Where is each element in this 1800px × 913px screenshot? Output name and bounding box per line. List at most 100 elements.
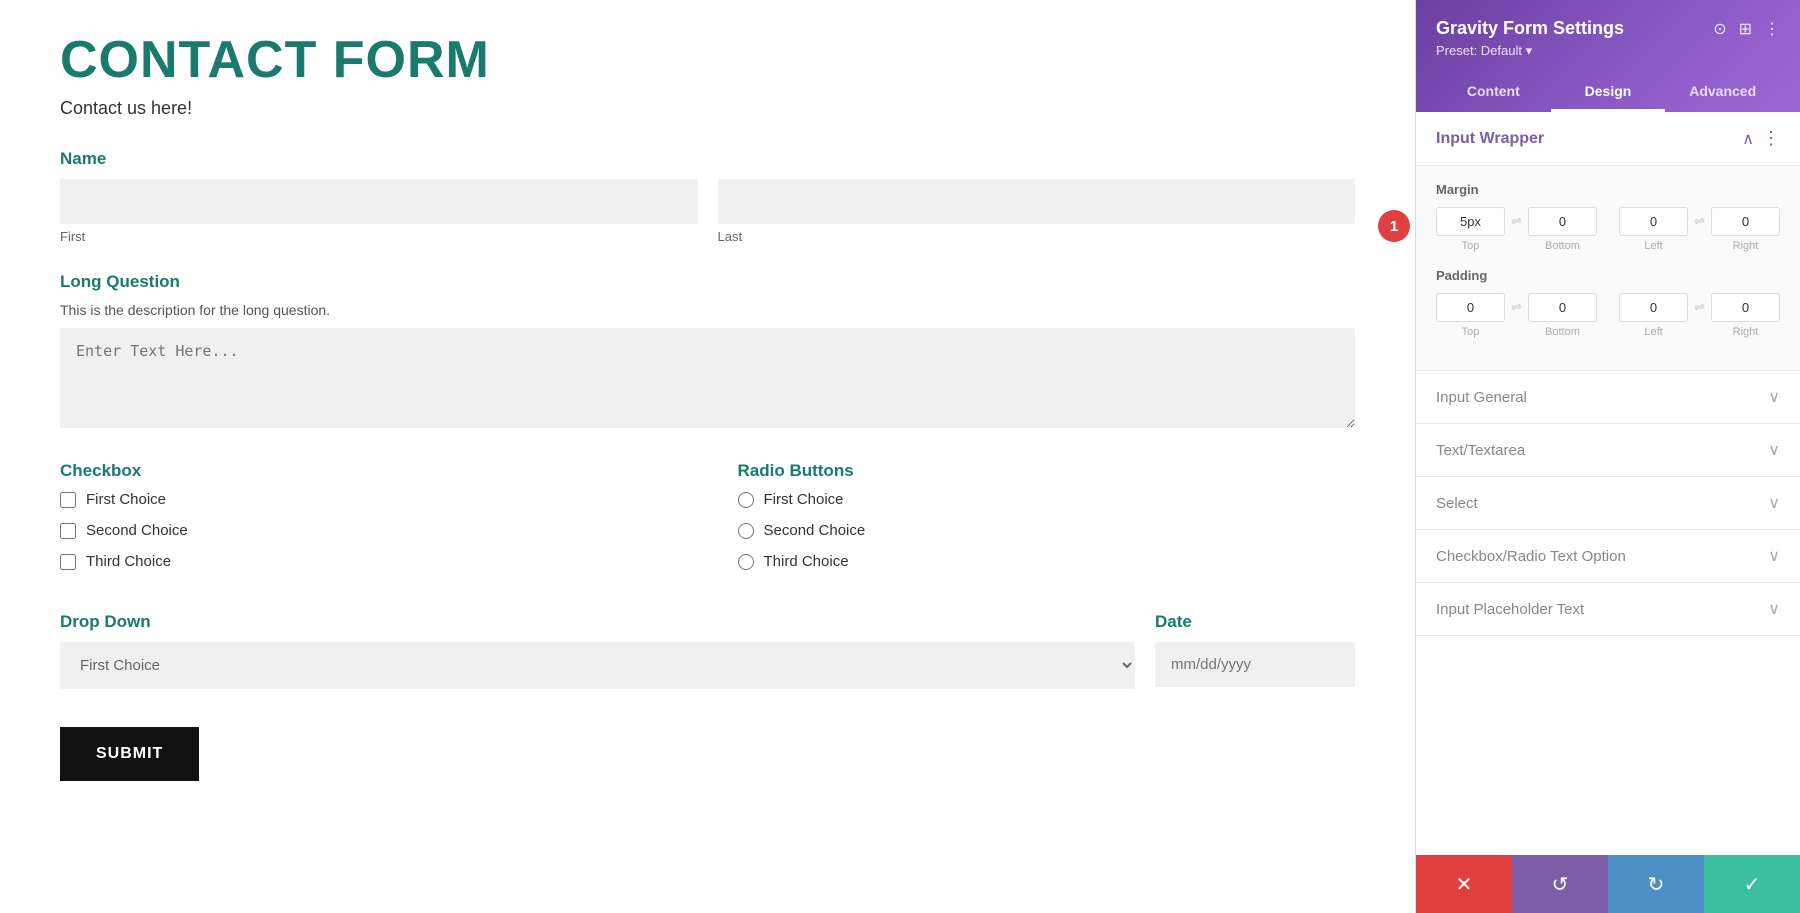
padding-top-label: Top xyxy=(1462,326,1480,338)
dropdown-select[interactable]: First Choice Second Choice Third Choice xyxy=(60,642,1135,689)
last-name-input[interactable] xyxy=(718,179,1356,224)
input-wrapper-title: Input Wrapper xyxy=(1436,130,1544,148)
checkbox-third-label: Third Choice xyxy=(86,553,171,570)
tab-advanced[interactable]: Advanced xyxy=(1665,73,1780,112)
submit-button[interactable]: Submit xyxy=(60,727,199,781)
padding-lr-link-icon: ⇌ xyxy=(1694,293,1705,315)
padding-right-label: Right xyxy=(1733,326,1759,338)
radio-col: Radio Buttons First Choice Second Choice… xyxy=(738,461,1356,584)
name-row: First Last xyxy=(60,179,1355,244)
target-icon[interactable]: ⊙ xyxy=(1713,19,1726,39)
last-name-sub-label: Last xyxy=(718,229,1356,244)
input-wrapper-controls: ∧ ⋮ xyxy=(1742,128,1780,149)
first-name-col: First xyxy=(60,179,698,244)
padding-left-input[interactable] xyxy=(1619,293,1688,322)
margin-right-group: Right xyxy=(1711,207,1780,252)
long-question-description: This is the description for the long que… xyxy=(60,302,1355,318)
redo-button[interactable]: ↻ xyxy=(1608,855,1704,913)
margin-bottom-label: Bottom xyxy=(1545,240,1580,252)
checkbox-radio-text-section[interactable]: Checkbox/Radio Text Option ∨ xyxy=(1416,530,1800,583)
panel-title-row: Gravity Form Settings ⊙ ⊞ ⋮ xyxy=(1436,18,1780,39)
long-question-label: Long Question xyxy=(60,272,1355,292)
section-dots-icon[interactable]: ⋮ xyxy=(1762,128,1780,149)
list-item: Third Choice xyxy=(60,553,678,570)
panel-title-icons: ⊙ ⊞ ⋮ xyxy=(1713,19,1780,39)
tab-content[interactable]: Content xyxy=(1436,73,1551,112)
checkbox-radio-text-title: Checkbox/Radio Text Option xyxy=(1436,548,1626,565)
padding-left-group: Left xyxy=(1619,293,1688,338)
input-wrapper-expanded: Margin Top ⇌ Bottom Left xyxy=(1416,166,1800,371)
margin-lr-link-icon: ⇌ xyxy=(1694,207,1705,229)
text-textarea-section[interactable]: Text/Textarea ∨ xyxy=(1416,424,1800,477)
margin-bottom-input[interactable] xyxy=(1528,207,1597,236)
submit-group: Submit xyxy=(60,717,1355,781)
radio-second[interactable] xyxy=(738,523,754,539)
padding-tb-link-icon: ⇌ xyxy=(1511,293,1522,315)
dots-icon[interactable]: ⋮ xyxy=(1764,19,1780,39)
columns-icon[interactable]: ⊞ xyxy=(1739,19,1752,39)
chevron-down-icon-3: ∨ xyxy=(1768,493,1780,513)
padding-bottom-input[interactable] xyxy=(1528,293,1597,322)
margin-label: Margin xyxy=(1436,182,1780,197)
first-name-sub-label: First xyxy=(60,229,698,244)
preset-label[interactable]: Preset: Default ▾ xyxy=(1436,43,1532,58)
preset-row: Preset: Default ▾ xyxy=(1436,43,1780,59)
margin-right-label: Right xyxy=(1733,240,1759,252)
settings-panel: Gravity Form Settings ⊙ ⊞ ⋮ Preset: Defa… xyxy=(1415,0,1800,913)
padding-top-input[interactable] xyxy=(1436,293,1505,322)
redo-icon: ↻ xyxy=(1648,872,1665,897)
confirm-button[interactable]: ✓ xyxy=(1704,855,1800,913)
checkbox-second-label: Second Choice xyxy=(86,522,188,539)
undo-icon: ↺ xyxy=(1552,872,1569,897)
long-question-field-group: Long Question This is the description fo… xyxy=(60,272,1355,433)
checkbox-first[interactable] xyxy=(60,492,76,508)
select-section[interactable]: Select ∨ xyxy=(1416,477,1800,530)
checkbox-third[interactable] xyxy=(60,554,76,570)
input-wrapper-section-header: Input Wrapper ∧ ⋮ xyxy=(1416,112,1800,166)
radio-first-label: First Choice xyxy=(764,491,844,508)
margin-top-input[interactable] xyxy=(1436,207,1505,236)
input-general-section[interactable]: Input General ∨ xyxy=(1416,371,1800,424)
checkbox-second[interactable] xyxy=(60,523,76,539)
dropdown-date-row: Drop Down First Choice Second Choice Thi… xyxy=(60,612,1355,689)
radio-third[interactable] xyxy=(738,554,754,570)
input-placeholder-text-section[interactable]: Input Placeholder Text ∨ xyxy=(1416,583,1800,636)
long-question-textarea[interactable] xyxy=(60,328,1355,428)
margin-left-input[interactable] xyxy=(1619,207,1688,236)
close-button[interactable]: ✕ xyxy=(1416,855,1512,913)
checkbox-col: Checkbox First Choice Second Choice Thir… xyxy=(60,461,678,584)
form-area: CONTACT FORM Contact us here! Name First… xyxy=(0,0,1415,913)
text-textarea-title: Text/Textarea xyxy=(1436,442,1525,459)
padding-right-input[interactable] xyxy=(1711,293,1780,322)
margin-left-group: Left xyxy=(1619,207,1688,252)
margin-section: Margin Top ⇌ Bottom Left xyxy=(1436,182,1780,252)
name-field-group: Name First Last xyxy=(60,149,1355,244)
last-name-col: Last xyxy=(718,179,1356,244)
name-label: Name xyxy=(60,149,1355,169)
padding-inputs-row: Top ⇌ Bottom Left ⇌ Ri xyxy=(1436,293,1780,338)
margin-top-label: Top xyxy=(1462,240,1480,252)
undo-button[interactable]: ↺ xyxy=(1512,855,1608,913)
date-input[interactable] xyxy=(1155,642,1355,687)
chevron-up-icon[interactable]: ∧ xyxy=(1742,129,1754,149)
chevron-down-icon-2: ∨ xyxy=(1768,440,1780,460)
checkbox-first-label: First Choice xyxy=(86,491,166,508)
panel-header: Gravity Form Settings ⊙ ⊞ ⋮ Preset: Defa… xyxy=(1416,0,1800,112)
input-general-title: Input General xyxy=(1436,389,1527,406)
radio-first[interactable] xyxy=(738,492,754,508)
radio-second-label: Second Choice xyxy=(764,522,866,539)
margin-top-group: Top xyxy=(1436,207,1505,252)
radio-label: Radio Buttons xyxy=(738,461,1356,481)
margin-tb-link-icon: ⇌ xyxy=(1511,207,1522,229)
dropdown-col: Drop Down First Choice Second Choice Thi… xyxy=(60,612,1135,689)
padding-section: Padding Top ⇌ Bottom Left xyxy=(1436,268,1780,338)
list-item: Second Choice xyxy=(60,522,678,539)
first-name-input[interactable] xyxy=(60,179,698,224)
padding-bottom-label: Bottom xyxy=(1545,326,1580,338)
chevron-down-icon-5: ∨ xyxy=(1768,599,1780,619)
panel-bottom-bar: ✕ ↺ ↻ ✓ xyxy=(1416,855,1800,913)
close-icon: ✕ xyxy=(1456,872,1473,897)
padding-label: Padding xyxy=(1436,268,1780,283)
margin-right-input[interactable] xyxy=(1711,207,1780,236)
tab-design[interactable]: Design xyxy=(1551,73,1666,112)
